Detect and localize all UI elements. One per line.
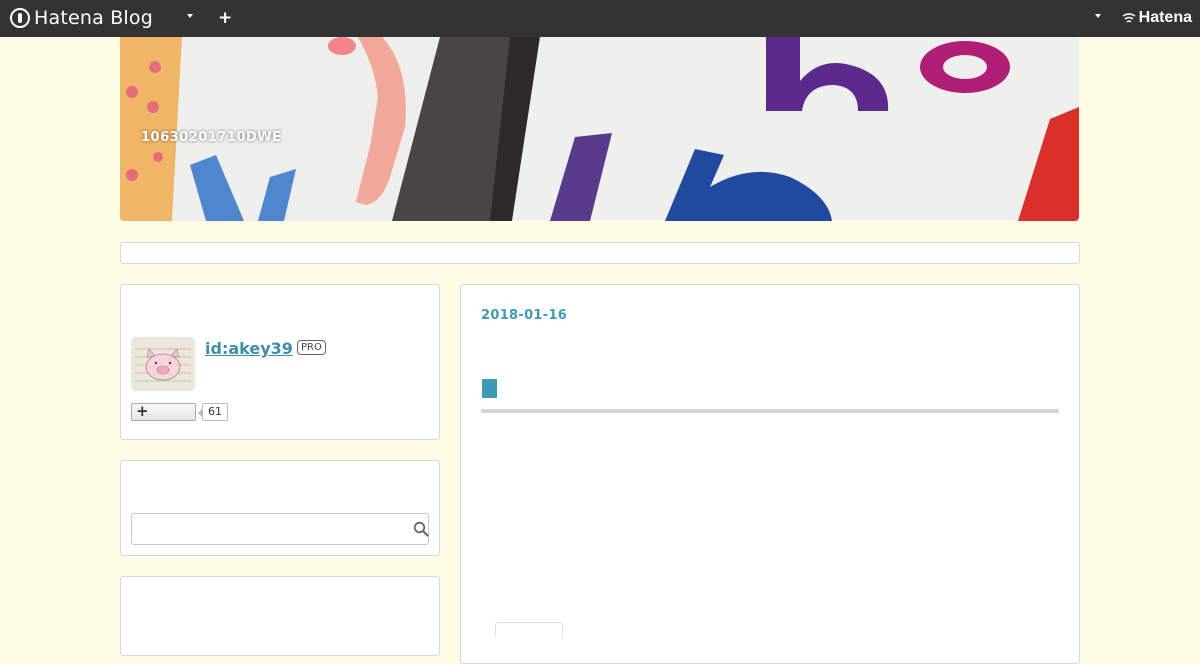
blog-menu-caret-icon[interactable] bbox=[187, 14, 193, 18]
global-nav-bar bbox=[120, 242, 1080, 264]
search-input[interactable] bbox=[131, 513, 429, 545]
pig-avatar-icon bbox=[131, 337, 195, 391]
sidebar-module bbox=[120, 576, 440, 656]
global-header: Hatena Blog + Hatena bbox=[0, 0, 1200, 37]
user-id-link[interactable]: id:akey39 bbox=[205, 339, 293, 358]
entry-title-divider bbox=[481, 409, 1059, 413]
hatena-blog-logo[interactable]: Hatena Blog bbox=[10, 7, 153, 29]
hatena-link[interactable]: Hatena bbox=[1122, 9, 1192, 27]
account-menu-caret-icon[interactable] bbox=[1095, 14, 1101, 18]
search-icon[interactable] bbox=[413, 521, 429, 537]
follow-button[interactable]: + bbox=[131, 402, 196, 421]
follow-plus-icon: + bbox=[136, 402, 149, 420]
header-photo bbox=[120, 37, 1079, 221]
logo-text: Hatena Blog bbox=[34, 7, 153, 29]
new-entry-button[interactable]: + bbox=[218, 8, 232, 28]
hatena-wave-icon bbox=[1122, 13, 1136, 23]
hatena-brand-text: Hatena bbox=[1138, 9, 1192, 26]
blog-title[interactable]: 10630201710DWE bbox=[141, 130, 282, 145]
entry-date-link[interactable]: 2018-01-16 bbox=[481, 308, 567, 323]
search-module bbox=[120, 460, 440, 556]
entry-title-marker bbox=[482, 379, 497, 398]
hatena-logo-icon bbox=[10, 8, 30, 28]
blog-header-image[interactable] bbox=[120, 37, 1079, 221]
article-entry: 2018-01-16 bbox=[460, 284, 1080, 664]
profile-module: id:akey39 PRO + 61 bbox=[120, 284, 440, 440]
avatar[interactable] bbox=[131, 337, 195, 391]
follower-count: 61 bbox=[198, 403, 228, 421]
pro-badge: PRO bbox=[297, 340, 326, 355]
